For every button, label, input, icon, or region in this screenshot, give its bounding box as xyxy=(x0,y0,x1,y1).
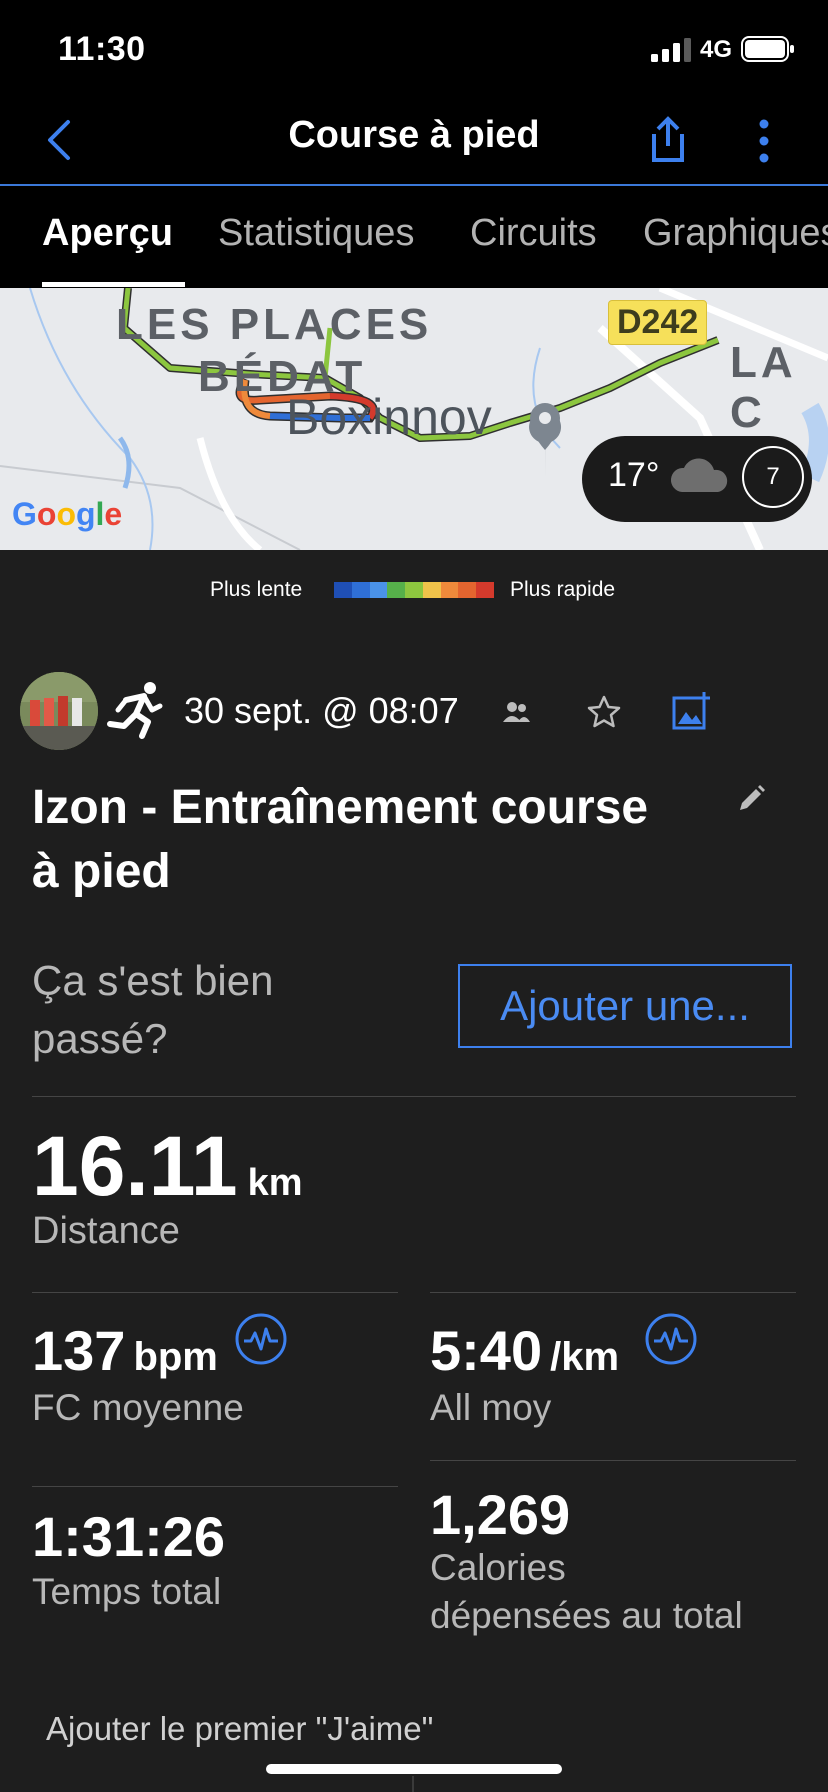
more-options-icon[interactable] xyxy=(748,118,780,164)
weather-pill: 17° 7 xyxy=(582,436,812,522)
wind-indicator: 7 xyxy=(742,446,804,508)
legend-color-segment xyxy=(476,582,495,598)
calories-value: 1,269 xyxy=(430,1483,571,1546)
legend-color-segment xyxy=(422,582,441,598)
activity-date: 30 sept. @ 08:07 xyxy=(184,690,459,731)
tab-circuits[interactable]: Circuits xyxy=(470,212,597,255)
divider xyxy=(430,1460,796,1461)
divider xyxy=(412,1776,414,1792)
star-icon[interactable] xyxy=(586,694,622,730)
pace-unit: /km xyxy=(550,1335,620,1379)
map-label-la: LA C xyxy=(730,338,796,437)
pace-label: All moy xyxy=(430,1387,552,1428)
heart-rate-stat: 137 bpm xyxy=(32,1318,218,1383)
tab-graphiques[interactable]: Graphiques xyxy=(643,212,828,255)
pace-stat: 5:40/km xyxy=(430,1318,619,1383)
like-prompt[interactable]: Ajouter le premier "J'aime" xyxy=(46,1710,433,1748)
legend-color-bar xyxy=(334,582,495,598)
legend-color-segment xyxy=(387,582,406,598)
add-photo-icon[interactable] xyxy=(672,690,712,730)
calories-label-line2: dépensées au total xyxy=(430,1595,743,1636)
running-icon xyxy=(107,682,163,739)
total-time-value: 1:31:26 xyxy=(32,1505,226,1568)
activity-title: Izon - Entraînement course à pied xyxy=(32,781,649,898)
distance-stat: 16.11 km xyxy=(32,1118,303,1215)
tab-bar: Aperçu Statistiques Circuits Graphiques xyxy=(0,186,828,288)
legend-color-segment xyxy=(351,582,370,598)
network-type: 4G xyxy=(700,36,733,63)
legend-color-segment xyxy=(334,582,352,598)
pace-chart-icon[interactable] xyxy=(644,1312,698,1366)
legend-color-segment xyxy=(405,582,423,598)
tab-statistiques[interactable]: Statistiques xyxy=(218,212,414,255)
status-time: 11:30 xyxy=(58,30,146,68)
battery-icon xyxy=(741,36,794,62)
map-label-boxinnov: Boxinnov xyxy=(286,389,492,445)
heart-rate-chart-icon[interactable] xyxy=(234,1312,288,1366)
share-icon[interactable] xyxy=(646,116,690,164)
divider xyxy=(32,1292,398,1293)
map-label-les-places: LES PLACES xyxy=(116,300,433,349)
calories-label-line1: Calories xyxy=(430,1547,566,1588)
legend-color-segment xyxy=(440,582,459,598)
divider xyxy=(32,1486,398,1487)
distance-value: 16.11 xyxy=(32,1119,238,1213)
edit-pencil-icon[interactable] xyxy=(736,784,766,814)
pace-legend: Plus lente Plus rapide xyxy=(0,550,828,630)
avatar[interactable] xyxy=(20,672,98,750)
active-tab-indicator xyxy=(42,282,185,287)
pace-value: 5:40 xyxy=(430,1319,543,1382)
home-indicator[interactable] xyxy=(266,1764,562,1774)
divider xyxy=(32,1096,796,1097)
distance-label: Distance xyxy=(32,1210,180,1252)
people-icon[interactable] xyxy=(502,700,530,724)
legend-color-segment xyxy=(369,582,388,598)
heart-rate-unit: bpm xyxy=(133,1335,218,1379)
legend-fast-label: Plus rapide xyxy=(510,578,616,601)
add-feeling-button[interactable]: Ajouter une... xyxy=(458,964,792,1048)
route-map[interactable]: LES PLACES BÉDAT Boxinnov LA C D242 Goog… xyxy=(0,288,828,550)
feel-question: Ça s'est bien passé? xyxy=(32,957,274,1062)
heart-rate-value: 137 xyxy=(32,1319,126,1382)
cloud-icon xyxy=(670,458,728,492)
google-logo: Google xyxy=(12,496,123,532)
signal-icon xyxy=(651,38,691,62)
divider xyxy=(430,1292,796,1293)
weather-temperature: 17° xyxy=(608,456,660,494)
legend-color-segment xyxy=(458,582,477,598)
page-title: Course à pied xyxy=(288,114,540,156)
heart-rate-label: FC moyenne xyxy=(32,1387,244,1428)
distance-unit: km xyxy=(247,1162,303,1204)
avatar-photo xyxy=(20,672,98,750)
total-time-label: Temps total xyxy=(32,1571,222,1612)
legend-slow-label: Plus lente xyxy=(210,578,303,601)
road-badge: D242 xyxy=(608,300,708,345)
tab-apercu[interactable]: Aperçu xyxy=(42,212,173,255)
